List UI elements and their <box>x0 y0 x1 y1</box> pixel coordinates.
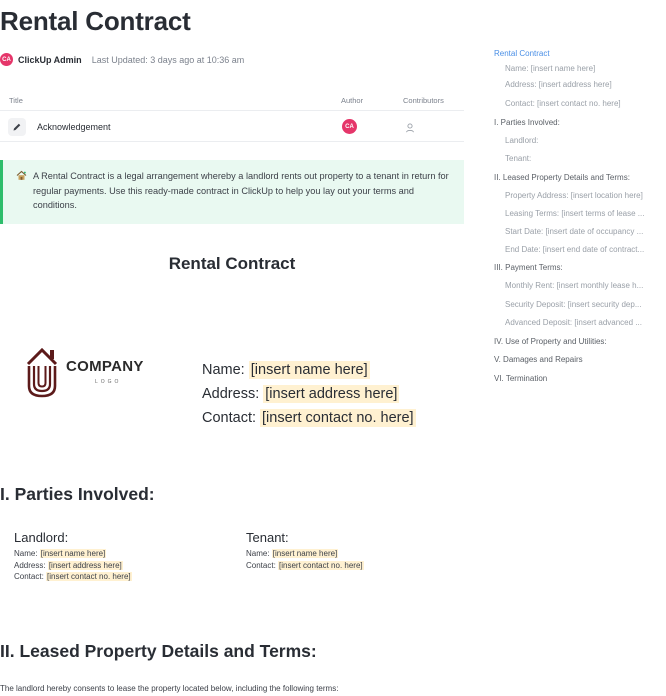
toc-item[interactable]: III. Payment Terms: <box>494 263 563 272</box>
page-title[interactable]: Rental Contract <box>0 6 191 37</box>
table-divider <box>0 141 464 142</box>
leased-intro-text: The landlord hereby consents to lease th… <box>0 684 339 693</box>
column-header-contributors: Contributors <box>403 96 444 105</box>
toc-item[interactable]: Property Address: [insert location here] <box>505 191 643 200</box>
toc-item[interactable]: Advanced Deposit: [insert advanced ... <box>505 318 642 327</box>
tenant-heading: Tenant: <box>246 530 289 545</box>
row-author-avatar[interactable]: CA <box>342 119 357 134</box>
info-address-line: Address: [insert address here] <box>202 385 400 403</box>
landlord-block: Landlord: Name: [insert name here] Addre… <box>14 530 132 583</box>
landlord-address-value[interactable]: [insert address here] <box>47 560 123 570</box>
column-header-author: Author <box>341 96 364 105</box>
subpage-title[interactable]: Acknowledgement <box>37 122 111 132</box>
toc-item[interactable]: Start Date: [insert date of occupancy ..… <box>505 227 643 236</box>
toc-item[interactable]: II. Leased Property Details and Terms: <box>494 173 630 182</box>
table-row[interactable]: Acknowledgement CA <box>0 114 464 140</box>
house-icon <box>16 170 28 224</box>
intro-callout: A Rental Contract is a legal arrangement… <box>0 160 464 224</box>
house-logo-icon <box>26 347 58 398</box>
last-updated: Last Updated: 3 days ago at 10:36 am <box>91 54 245 65</box>
toc-item[interactable]: Leasing Terms: [insert terms of lease ..… <box>505 209 644 218</box>
landlord-name-value[interactable]: [insert name here] <box>39 549 107 558</box>
tenant-name-value[interactable]: [insert name here] <box>271 549 339 558</box>
toc-item[interactable]: Address: [insert address here] <box>505 80 612 89</box>
landlord-contact: Contact: [insert contact no. here] <box>14 572 132 581</box>
toc-item[interactable]: V. Damages and Repairs <box>494 355 583 364</box>
author-name[interactable]: ClickUp Admin <box>18 55 82 65</box>
section-heading-parties: I. Parties Involved: <box>0 484 155 504</box>
column-header-title: Title <box>9 96 23 105</box>
toc-item[interactable]: Security Deposit: [insert security dep..… <box>505 300 642 309</box>
toc-item[interactable]: Contact: [insert contact no. here] <box>505 99 621 108</box>
info-name-line: Name: [insert name here] <box>202 361 370 379</box>
tenant-contact: Contact: [insert contact no. here] <box>246 560 364 570</box>
info-address-label: Address: <box>202 386 260 402</box>
landlord-name: Name: [insert name here] <box>14 549 107 558</box>
toc-item[interactable]: Name: [insert name here] <box>505 64 595 73</box>
toc-item[interactable]: VI. Termination <box>494 374 547 383</box>
toc-item[interactable]: Tenant: <box>505 154 531 163</box>
info-address-value[interactable]: [insert address here] <box>263 385 400 403</box>
landlord-address: Address: [insert address here] <box>14 560 123 570</box>
contributors-user-icon[interactable] <box>404 121 416 133</box>
company-logo: COMPANY LOGO <box>22 344 172 400</box>
info-name-value[interactable]: [insert name here] <box>248 361 370 379</box>
info-name-label: Name: <box>202 362 245 378</box>
toc-item[interactable]: Landlord: <box>505 136 538 145</box>
landlord-contact-value[interactable]: [insert contact no. here] <box>46 572 132 581</box>
author-avatar[interactable]: CA <box>0 53 13 66</box>
toc-item[interactable]: I. Parties Involved: <box>494 118 560 127</box>
contract-heading: Rental Contract <box>168 254 296 273</box>
tenant-contact-value[interactable]: [insert contact no. here] <box>278 560 364 570</box>
landlord-heading: Landlord: <box>14 530 69 545</box>
info-contact-line: Contact: [insert contact no. here] <box>202 409 416 427</box>
section-heading-leased: II. Leased Property Details and Terms: <box>0 641 317 661</box>
toc-item[interactable]: End Date: [insert end date of contract..… <box>505 245 644 254</box>
toc-item[interactable]: Monthly Rent: [insert monthly lease h... <box>505 281 643 290</box>
logo-text: COMPANY <box>66 358 144 375</box>
tenant-name: Name: [insert name here] <box>246 549 339 558</box>
doc-meta: CA ClickUp Admin Last Updated: 3 days ag… <box>0 53 244 66</box>
info-contact-value[interactable]: [insert contact no. here] <box>260 409 416 427</box>
pencil-icon <box>8 118 26 136</box>
callout-text: A Rental Contract is a legal arrangement… <box>33 171 449 210</box>
logo-subtext: LOGO <box>95 379 122 385</box>
toc-item[interactable]: Rental Contract <box>494 49 550 58</box>
table-divider <box>0 110 464 111</box>
toc-item[interactable]: IV. Use of Property and Utilities: <box>494 337 607 346</box>
info-contact-label: Contact: <box>202 410 256 426</box>
subpages-table-header: Title Author Contributors <box>0 96 464 108</box>
tenant-block: Tenant: Name: [insert name here] Contact… <box>246 530 364 571</box>
